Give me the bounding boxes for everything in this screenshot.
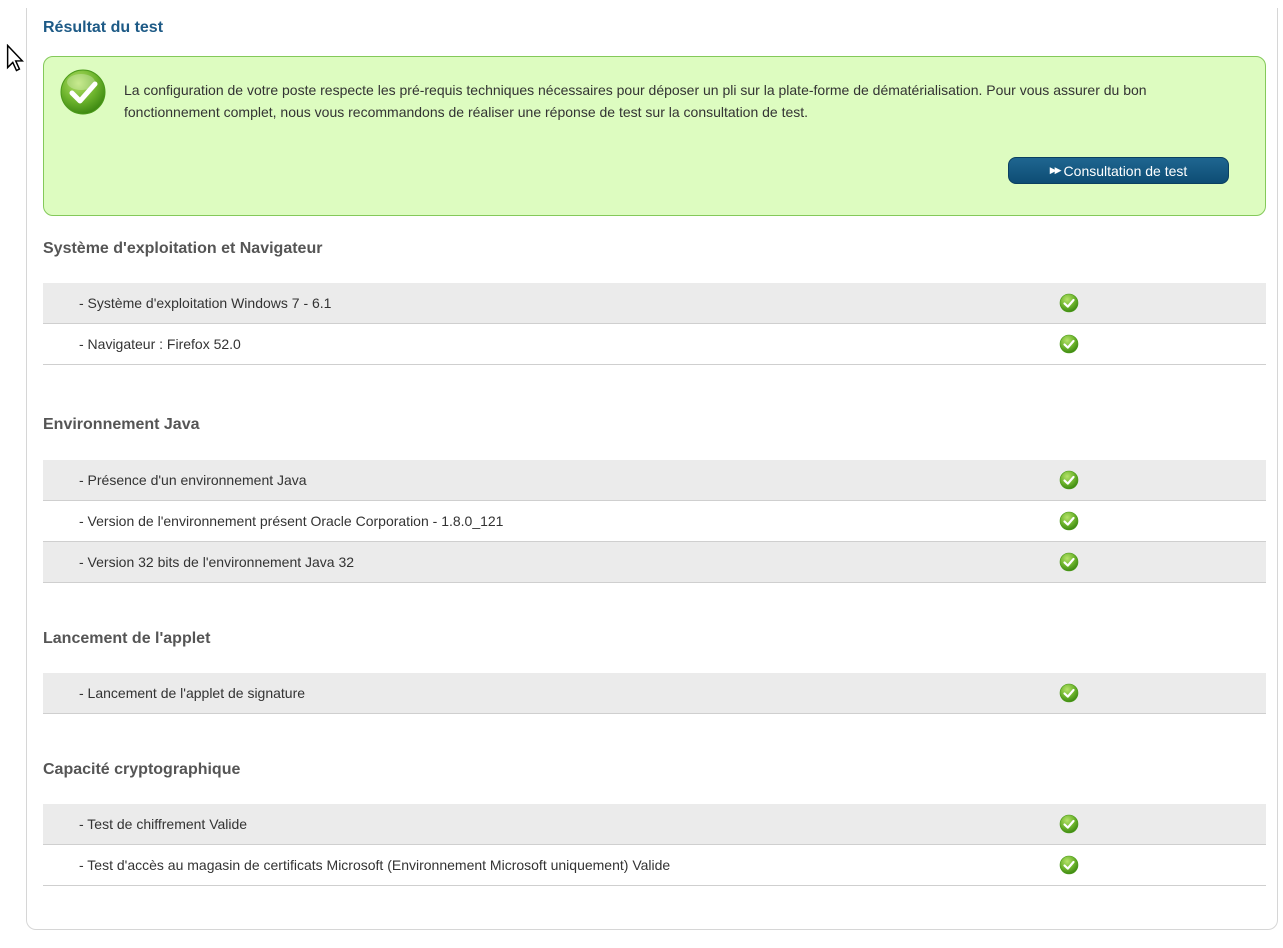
consultation-test-button-label: Consultation de test <box>1063 162 1188 179</box>
mouse-cursor-icon <box>6 44 24 72</box>
section-title: Environnement Java <box>43 416 200 433</box>
status-ok-check-icon <box>1059 470 1079 490</box>
check-row: - Présence d'un environnement Java <box>43 460 1266 501</box>
status-ok-check-icon <box>1059 683 1079 703</box>
check-row: - Version 32 bits de l'environnement Jav… <box>43 542 1266 583</box>
check-row: - Lancement de l'applet de signature <box>43 673 1266 714</box>
status-ok-check-icon <box>1059 334 1079 354</box>
section-title: Lancement de l'applet <box>43 630 211 647</box>
status-ok-check-icon <box>1059 855 1079 875</box>
check-row: - Version de l'environnement présent Ora… <box>43 501 1266 542</box>
check-row: - Test de chiffrement Valide <box>43 804 1266 845</box>
check-rows: - Système d'exploitation Windows 7 - 6.1… <box>43 283 1266 365</box>
check-row-label: - Système d'exploitation Windows 7 - 6.1 <box>79 295 332 311</box>
section-title: Système d'exploitation et Navigateur <box>43 240 323 257</box>
status-ok-check-icon <box>1059 552 1079 572</box>
check-row-label: - Test d'accès au magasin de certificats… <box>79 857 671 873</box>
check-rows: - Test de chiffrement Valide - Test d'acc… <box>43 804 1266 886</box>
check-row: - Test d'accès au magasin de certificats… <box>43 845 1266 886</box>
check-row-label: - Version 32 bits de l'environnement Jav… <box>79 554 355 570</box>
success-alert: La configuration de votre poste respecte… <box>43 56 1266 216</box>
success-message: La configuration de votre poste respecte… <box>124 82 1147 120</box>
check-row-label: - Version de l'environnement présent Ora… <box>79 513 504 529</box>
check-rows: - Présence d'un environnement Java - Vers… <box>43 460 1266 583</box>
double-arrow-right-icon: ▶▶ <box>1049 165 1062 175</box>
success-check-icon <box>60 69 106 115</box>
check-row-label: - Présence d'un environnement Java <box>79 472 307 488</box>
result-title: Résultat du test <box>43 19 164 36</box>
status-ok-check-icon <box>1059 814 1079 834</box>
check-row-label: - Navigateur : Firefox 52.0 <box>79 336 241 352</box>
check-row: - Navigateur : Firefox 52.0 <box>43 324 1266 365</box>
status-ok-check-icon <box>1059 511 1079 531</box>
check-row-label: - Test de chiffrement Valide <box>79 816 248 832</box>
check-row-label: - Lancement de l'applet de signature <box>79 685 306 701</box>
status-ok-check-icon <box>1059 293 1079 313</box>
check-row: - Système d'exploitation Windows 7 - 6.1 <box>43 283 1266 324</box>
check-rows: - Lancement de l'applet de signature <box>43 673 1266 714</box>
section-title: Capacité cryptographique <box>43 761 241 778</box>
consultation-test-button[interactable]: ▶▶ Consultation de test <box>1008 157 1229 184</box>
